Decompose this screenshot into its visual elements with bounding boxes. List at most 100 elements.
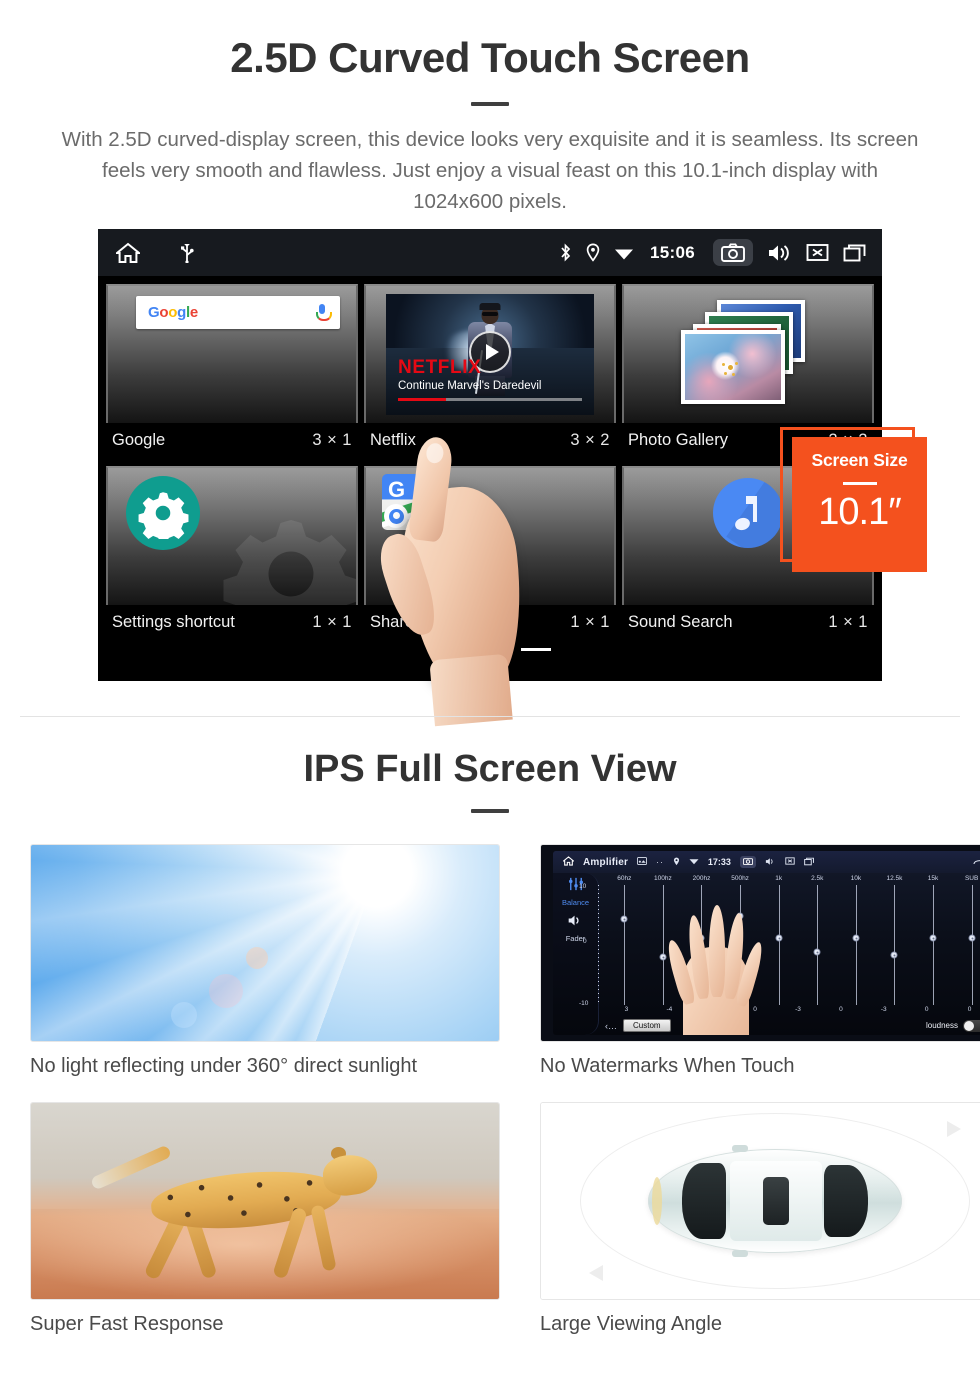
eq-slider[interactable] xyxy=(952,885,980,1005)
eq-band-label: 60hz xyxy=(617,875,632,882)
settings-shortcut-widget[interactable] xyxy=(106,466,358,605)
eq-slider[interactable] xyxy=(837,885,876,1005)
car-top-view-diagram xyxy=(540,1102,980,1300)
widget-size: 1 × 1 xyxy=(312,613,352,631)
feature-card-grid: No light reflecting under 360° direct su… xyxy=(0,844,980,1360)
netflix-subtitle: Continue Marvel's Daredevil xyxy=(398,380,542,392)
page-dot-1[interactable] xyxy=(429,648,459,651)
title-divider xyxy=(471,102,509,106)
feature-caption: Super Fast Response xyxy=(30,1313,224,1335)
feature-card-viewing-angle: Large Viewing Angle xyxy=(540,1102,980,1360)
screen-size-badge: Screen Size 10.1″ xyxy=(792,437,927,572)
page-dot-3-active[interactable] xyxy=(521,648,551,651)
eq-band-label: 500hz xyxy=(731,875,749,882)
share-location-widget[interactable]: G xyxy=(364,466,616,605)
volume-icon[interactable] xyxy=(765,857,776,868)
widget-label: Share location xyxy=(370,613,476,631)
widget-label: Sound Search xyxy=(628,613,733,631)
section2-title: IPS Full Screen View xyxy=(303,748,677,790)
eq-band-label: 1k xyxy=(775,875,783,882)
feature-caption: No Watermarks When Touch xyxy=(540,1055,795,1077)
camera-icon[interactable] xyxy=(739,856,756,868)
section1-description: With 2.5D curved-display screen, this de… xyxy=(61,128,919,213)
wifi-icon xyxy=(689,857,699,867)
eq-slider[interactable] xyxy=(875,885,914,1005)
usb-icon xyxy=(180,243,194,263)
google-maps-icon[interactable]: G xyxy=(382,474,448,530)
eq-value: 3 xyxy=(624,1006,629,1013)
hand-illustration xyxy=(664,895,766,1035)
google-search-bar[interactable]: Google xyxy=(136,296,340,329)
gear-icon[interactable] xyxy=(126,476,200,550)
photo-gallery-widget[interactable] xyxy=(622,284,874,423)
preset-button[interactable]: Custom xyxy=(623,1019,671,1032)
widget-share-location[interactable]: G Share location 1 × 1 xyxy=(364,466,616,642)
rotation-arrow-left-icon xyxy=(589,1265,603,1281)
page-dot-2[interactable] xyxy=(475,648,505,651)
page-indicator[interactable] xyxy=(98,642,882,651)
back-icon[interactable] xyxy=(973,857,980,868)
eq-band-label: 12.5k xyxy=(886,875,903,882)
netflix-progress-bar xyxy=(398,398,582,401)
widget-label: Photo Gallery xyxy=(628,431,728,449)
widget-netflix[interactable]: NETFLIX Continue Marvel's Daredevil Netf… xyxy=(364,284,616,460)
running-cheetah-photo xyxy=(30,1102,500,1300)
more-icon: ·· xyxy=(656,857,664,867)
gallery-photo-front xyxy=(681,329,785,404)
widget-label: Netflix xyxy=(370,431,416,449)
android-widget-picker: 15:06 Google Google 3 × 1 NETFLIX Contin… xyxy=(98,229,882,681)
feature-card-fast-response: Super Fast Response xyxy=(30,1102,500,1360)
eq-scale: 10 0 -10 xyxy=(579,883,601,1007)
eq-scale-bottom: -10 xyxy=(579,1000,589,1007)
widget-label: Google xyxy=(112,431,166,449)
camera-icon[interactable] xyxy=(713,239,753,266)
eq-band-labels: 60hz 100hz 200hz 500hz 1k 2.5k 10k 12.5k… xyxy=(605,875,980,882)
section-divider xyxy=(20,716,960,717)
eq-value: 0 xyxy=(839,1006,843,1013)
widget-size: 1 × 1 xyxy=(570,613,610,631)
home-icon[interactable] xyxy=(116,242,140,264)
eq-sliders[interactable] xyxy=(605,885,980,1005)
feature-card-no-watermarks: Amplifier ·· 17:33 Balance Fader 60hz 10… xyxy=(540,844,980,1102)
eq-slider[interactable] xyxy=(759,885,798,1005)
netflix-widget[interactable]: NETFLIX Continue Marvel's Daredevil xyxy=(364,284,616,423)
ips-full-screen-view-section: IPS Full Screen View No light reflecting… xyxy=(0,748,980,1335)
widget-size: 3 × 2 xyxy=(570,431,610,449)
widget-size: 3 × 1 xyxy=(312,431,352,449)
close-box-icon[interactable] xyxy=(806,243,829,262)
eq-slider[interactable] xyxy=(914,885,953,1005)
sunny-sky-photo xyxy=(30,844,500,1042)
eq-band-label: SUB xyxy=(964,875,979,882)
microphone-icon[interactable] xyxy=(316,303,332,322)
curved-touch-screen-section: 2.5D Curved Touch Screen With 2.5D curve… xyxy=(0,0,980,217)
google-logo: Google xyxy=(148,304,198,321)
sd-card-icon xyxy=(637,857,648,867)
loudness-toggle[interactable] xyxy=(963,1019,980,1032)
widget-google[interactable]: Google Google 3 × 1 xyxy=(106,284,358,460)
eq-band-label: 10k xyxy=(850,875,862,882)
recents-icon[interactable] xyxy=(843,243,868,263)
prev-icon[interactable]: ‹… xyxy=(605,1021,617,1031)
widget-settings-shortcut[interactable]: Settings shortcut 1 × 1 xyxy=(106,466,358,642)
eq-band-label: 100hz xyxy=(654,875,672,882)
home-icon[interactable] xyxy=(561,856,576,868)
eq-slider[interactable] xyxy=(605,885,644,1005)
close-box-icon[interactable] xyxy=(785,857,795,867)
amplifier-title: Amplifier xyxy=(583,856,629,868)
screen-size-badge-divider xyxy=(842,482,877,485)
recents-icon[interactable] xyxy=(804,857,815,868)
status-bar-clock: 15:06 xyxy=(650,242,695,262)
amplifier-status-bar: Amplifier ·· 17:33 xyxy=(553,851,980,873)
eq-band-label: 15k xyxy=(927,875,939,882)
status-bar: 15:06 xyxy=(98,229,882,276)
section2-title-divider xyxy=(471,809,509,813)
screen-size-badge-value: 10.1″ xyxy=(818,491,901,533)
widget-label: Settings shortcut xyxy=(112,613,235,631)
eq-band-label: 200hz xyxy=(692,875,711,882)
volume-icon[interactable] xyxy=(767,243,792,263)
gear-watermark-icon xyxy=(216,499,356,605)
google-search-widget[interactable]: Google xyxy=(106,284,358,423)
music-note-icon[interactable] xyxy=(713,478,783,548)
location-pin-icon xyxy=(586,243,600,262)
eq-slider[interactable] xyxy=(798,885,837,1005)
